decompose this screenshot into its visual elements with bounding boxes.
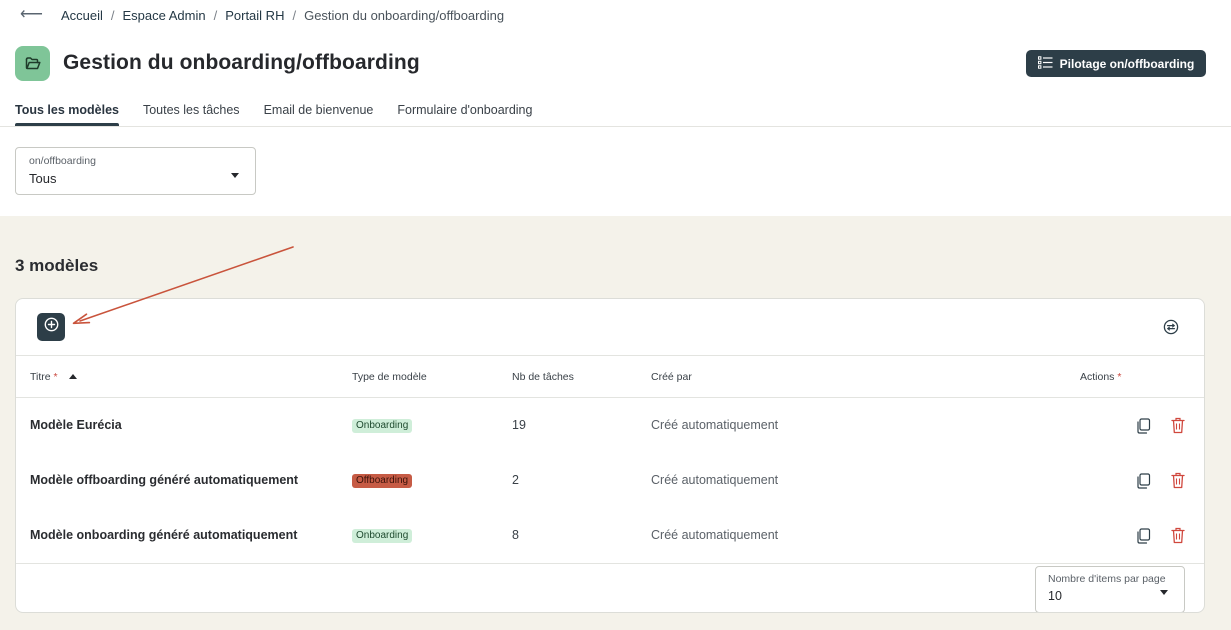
type-badge-offboarding: Offboarding <box>352 474 413 488</box>
column-header-tasks: Nb de tâches <box>512 371 574 383</box>
column-header-creator: Créé par <box>651 371 692 383</box>
column-header-title[interactable]: Titre * <box>30 371 77 383</box>
breadcrumb: ⟵ Accueil / Espace Admin / Portail RH / … <box>20 7 504 23</box>
tab-bar: Tous les modèles Toutes les tâches Email… <box>15 96 556 126</box>
row-title[interactable]: Modèle onboarding généré automatiquement <box>30 528 297 542</box>
items-per-page-select[interactable]: Nombre d'items par page 10 <box>1035 566 1185 612</box>
filter-value: Tous <box>29 171 57 186</box>
page-title: Gestion du onboarding/offboarding <box>63 51 420 74</box>
copy-icon[interactable] <box>1136 418 1151 434</box>
row-creator: Créé automatiquement <box>651 473 779 487</box>
row-title[interactable]: Modèle Eurécia <box>30 418 122 432</box>
tab-tous-les-modeles[interactable]: Tous les modèles <box>15 96 119 126</box>
row-task-count: 2 <box>512 473 519 487</box>
copy-icon[interactable] <box>1136 473 1151 489</box>
trash-icon[interactable] <box>1171 527 1185 544</box>
tab-formulaire-onboarding[interactable]: Formulaire d'onboarding <box>397 96 532 126</box>
breadcrumb-item-accueil[interactable]: Accueil <box>61 8 103 23</box>
breadcrumb-item-espace-admin[interactable]: Espace Admin <box>122 8 205 23</box>
column-header-actions: Actions * <box>1080 371 1121 383</box>
arrow-left-icon[interactable]: ⟵ <box>20 7 43 23</box>
items-per-page-value: 10 <box>1048 589 1062 603</box>
page-header: Gestion du onboarding/offboarding <box>15 45 420 81</box>
column-actions-label: Actions <box>1080 371 1115 383</box>
required-mark: * <box>1117 371 1122 383</box>
sort-ascending-icon[interactable] <box>68 374 77 379</box>
required-mark: * <box>53 371 58 383</box>
pilotage-button-label: Pilotage on/offboarding <box>1059 56 1195 71</box>
pilotage-button[interactable]: Pilotage on/offboarding <box>1026 50 1206 77</box>
tab-email-de-bienvenue[interactable]: Email de bienvenue <box>264 96 374 126</box>
tab-toutes-les-taches[interactable]: Toutes les tâches <box>143 96 240 126</box>
toolbar-divider <box>16 355 1204 356</box>
breadcrumb-separator: / <box>110 7 115 23</box>
breadcrumb-item-current: Gestion du onboarding/offboarding <box>304 7 505 23</box>
table-row[interactable]: Modèle Eurécia Onboarding 19 Créé automa… <box>16 398 1204 453</box>
trash-icon[interactable] <box>1171 417 1185 434</box>
table-row[interactable]: Modèle offboarding généré automatiquemen… <box>16 453 1204 508</box>
row-title[interactable]: Modèle offboarding généré automatiquemen… <box>30 473 298 487</box>
top-section: ⟵ Accueil / Espace Admin / Portail RH / … <box>0 0 1231 216</box>
column-header-type: Type de modèle <box>352 371 427 383</box>
filter-label: on/offboarding <box>29 155 96 167</box>
breadcrumb-separator: / <box>292 7 297 23</box>
row-task-count: 8 <box>512 528 519 542</box>
caret-down-icon <box>1160 590 1168 595</box>
row-creator: Créé automatiquement <box>651 528 779 542</box>
type-badge-onboarding: Onboarding <box>352 419 413 433</box>
breadcrumb-separator: / <box>213 7 218 23</box>
footer-divider <box>16 563 1204 564</box>
copy-icon[interactable] <box>1136 528 1151 544</box>
folder-open-icon <box>15 45 50 81</box>
models-count: 3 modèles <box>15 256 99 275</box>
models-table-card: Titre * Type de modèle Nb de tâches Créé… <box>15 298 1205 613</box>
tabs-divider <box>0 126 1231 127</box>
adjust-columns-icon[interactable] <box>1162 318 1180 336</box>
caret-down-icon <box>231 173 239 178</box>
onoffboarding-filter-select[interactable]: on/offboarding Tous <box>15 147 256 195</box>
row-creator: Créé automatiquement <box>651 418 779 432</box>
list-icon <box>1037 55 1053 72</box>
items-per-page-label: Nombre d'items par page <box>1048 573 1166 585</box>
column-title-label: Titre <box>30 371 51 383</box>
row-task-count: 19 <box>512 418 526 432</box>
plus-circle-icon <box>44 317 59 337</box>
trash-icon[interactable] <box>1171 472 1185 489</box>
type-badge-onboarding: Onboarding <box>352 529 413 543</box>
add-model-button[interactable] <box>37 313 65 341</box>
breadcrumb-item-portail-rh[interactable]: Portail RH <box>225 8 284 23</box>
table-row[interactable]: Modèle onboarding généré automatiquement… <box>16 508 1204 563</box>
